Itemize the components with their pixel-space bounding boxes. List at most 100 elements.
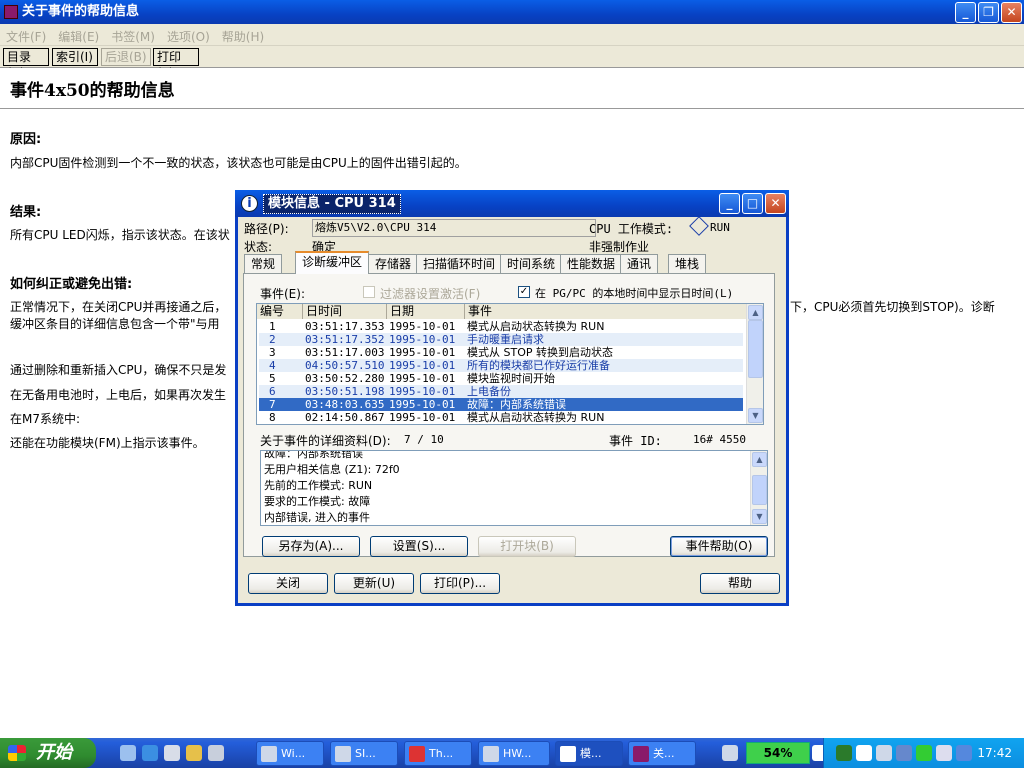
event-event: 上电备份 <box>467 385 511 398</box>
dialog-minimize-button[interactable]: _ <box>719 193 740 214</box>
event-time: 04:50:57.510 <box>305 359 385 372</box>
tab-general[interactable]: 常规 <box>244 254 283 273</box>
tray-icon[interactable] <box>856 745 872 761</box>
task-button[interactable]: Wi... <box>256 741 324 766</box>
tab-diagnostic-buffer[interactable]: 诊断缓冲区 <box>295 251 370 274</box>
index-button[interactable]: 索引(I) <box>52 48 98 66</box>
event-details-box[interactable]: 故障：内部系统错误 无用户相关信息 (Z1): 72f0 先前的工作模式: RU… <box>260 450 768 526</box>
tray-icon[interactable] <box>836 745 852 761</box>
event-row[interactable]: 6 03:50:51.198 1995-10-01 上电备份 <box>259 385 743 398</box>
tab-performance[interactable]: 性能数据 <box>560 254 623 273</box>
help-toolbar: 目录(C) 索引(I) 后退(B) 打印(P) <box>0 46 1024 80</box>
task-button[interactable]: HW... <box>478 741 550 766</box>
show-desktop-icon[interactable] <box>120 745 136 761</box>
path-label: 路径(P): <box>244 222 289 236</box>
module-info-dialog: i 模块信息 - CPU 314 _ □ ✕ 路径(P): 熔炼V5\V2.0\… <box>235 190 789 606</box>
update-button[interactable]: 更新(U) <box>334 573 414 594</box>
calculator-icon[interactable] <box>208 745 224 761</box>
open-block-button[interactable]: 打开块(B) <box>478 536 576 557</box>
dialog-title-bar[interactable]: i 模块信息 - CPU 314 _ □ ✕ <box>235 190 789 217</box>
contents-button[interactable]: 目录(C) <box>3 48 49 80</box>
app-icon <box>261 746 277 762</box>
col-event[interactable]: 事件 <box>465 304 747 319</box>
battery-indicator[interactable]: 54% <box>746 742 810 764</box>
path-field: 熔炼V5\V2.0\CPU 314 <box>312 219 596 237</box>
help-book-icon <box>4 5 18 19</box>
heading-divider <box>0 108 1024 110</box>
event-help-button[interactable]: 事件帮助(O) <box>670 536 768 557</box>
event-no: 3 <box>269 346 276 359</box>
event-event: 模式从启动状态转换为 RUN <box>467 320 605 333</box>
event-list-scrollbar[interactable]: ▲ ▼ <box>746 304 763 424</box>
task-button[interactable]: 关... <box>628 741 696 766</box>
dialog-maximize-button[interactable]: □ <box>742 193 763 214</box>
event-row[interactable]: 2 03:51:17.352 1995-10-01 手动暖重启请求 <box>259 333 743 346</box>
event-row[interactable]: 7 03:48:03.635 1995-10-01 故障：内部系统错误 <box>259 398 743 411</box>
clock[interactable]: 17:42 <box>977 738 1012 768</box>
tray-icon[interactable] <box>876 745 892 761</box>
status-label: 状态: <box>244 240 273 254</box>
col-no[interactable]: 编号 <box>257 304 303 319</box>
app-icon <box>335 746 351 762</box>
task-button[interactable]: Th... <box>404 741 472 766</box>
back-button[interactable]: 后退(B) <box>101 48 151 66</box>
help-title-bar[interactable]: 关于事件的帮助信息 _ ❐ ✕ <box>0 0 1024 24</box>
tray-icon[interactable] <box>916 745 932 761</box>
menu-bookmark[interactable]: 书签(M) <box>105 24 161 45</box>
menu-file[interactable]: 文件(F) <box>0 24 52 45</box>
local-time-checkbox[interactable]: ✓ <box>518 286 530 298</box>
minimize-button[interactable]: _ <box>955 2 976 23</box>
scroll-down-arrow[interactable]: ▼ <box>752 509 767 524</box>
menu-options[interactable]: 选项(O) <box>161 24 216 45</box>
tab-scan-cycle[interactable]: 扫描循环时间 <box>416 254 503 273</box>
menu-edit[interactable]: 编辑(E) <box>52 24 105 45</box>
event-row[interactable]: 8 02:14:50.867 1995-10-01 模式从启动状态转换为 RUN <box>259 411 743 424</box>
keyboard-icon[interactable] <box>722 745 738 761</box>
help-book-icon <box>633 746 649 762</box>
explorer-icon[interactable] <box>164 745 180 761</box>
scroll-up-arrow[interactable]: ▲ <box>752 452 767 467</box>
start-button[interactable]: 开始 <box>0 738 96 768</box>
tab-stack[interactable]: 堆栈 <box>668 254 707 273</box>
print-button[interactable]: 打印(P) <box>153 48 199 80</box>
event-date: 1995-10-01 <box>389 372 456 385</box>
settings-button[interactable]: 设置(S)... <box>370 536 468 557</box>
save-as-button[interactable]: 另存为(A)... <box>262 536 360 557</box>
event-row[interactable]: 4 04:50:57.510 1995-10-01 所有的模块都已作好运行准备 <box>259 359 743 372</box>
cpu-mode-label: CPU 工作模式: <box>589 222 674 236</box>
filter-checkbox[interactable] <box>363 286 375 298</box>
scroll-thumb[interactable] <box>748 320 763 378</box>
scroll-thumb[interactable] <box>752 475 767 505</box>
event-row[interactable]: 3 03:51:17.003 1995-10-01 模式从 STOP 转换到启动状态 <box>259 346 743 359</box>
event-list[interactable]: 编号 日时间 日期 事件 ▲ ▼ 1 03:51:17.353 1995-10-01… <box>256 303 764 425</box>
network-icon[interactable] <box>956 745 972 761</box>
menu-help[interactable]: 帮助(H) <box>216 24 270 45</box>
task-button[interactable]: 模... <box>555 741 623 766</box>
fix-text-2: 缓冲区条目的详细信息包含一个带"与用 <box>10 317 220 331</box>
text-5: 在M7系统中: <box>10 412 81 426</box>
tray-icon[interactable] <box>896 745 912 761</box>
help-button[interactable]: 帮助 <box>700 573 780 594</box>
col-date[interactable]: 日期 <box>387 304 465 319</box>
event-row[interactable]: 1 03:51:17.353 1995-10-01 模式从启动状态转换为 RUN <box>259 320 743 333</box>
print-dialog-button[interactable]: 打印(P)... <box>420 573 500 594</box>
event-row[interactable]: 5 03:50:52.280 1995-10-01 模块监视时间开始 <box>259 372 743 385</box>
event-no: 5 <box>269 372 276 385</box>
app-icon <box>483 746 499 762</box>
scroll-up-arrow[interactable]: ▲ <box>748 305 763 320</box>
col-time[interactable]: 日时间 <box>303 304 387 319</box>
restore-button[interactable]: ❐ <box>978 2 999 23</box>
task-button[interactable]: SI... <box>330 741 398 766</box>
tab-time-system[interactable]: 时间系统 <box>500 254 563 273</box>
tab-memory[interactable]: 存储器 <box>368 254 419 273</box>
close-dialog-button[interactable]: 关闭 <box>248 573 328 594</box>
close-button[interactable]: ✕ <box>1001 2 1022 23</box>
details-scrollbar[interactable]: ▲ ▼ <box>750 451 767 525</box>
dialog-close-button[interactable]: ✕ <box>765 193 786 214</box>
internet-explorer-icon[interactable] <box>142 745 158 761</box>
quick-launch-icon[interactable] <box>186 745 202 761</box>
tab-communication[interactable]: 通讯 <box>620 254 659 273</box>
scroll-down-arrow[interactable]: ▼ <box>748 408 763 423</box>
volume-icon[interactable] <box>936 745 952 761</box>
detail-line: 先前的工作模式: RUN <box>264 479 373 492</box>
